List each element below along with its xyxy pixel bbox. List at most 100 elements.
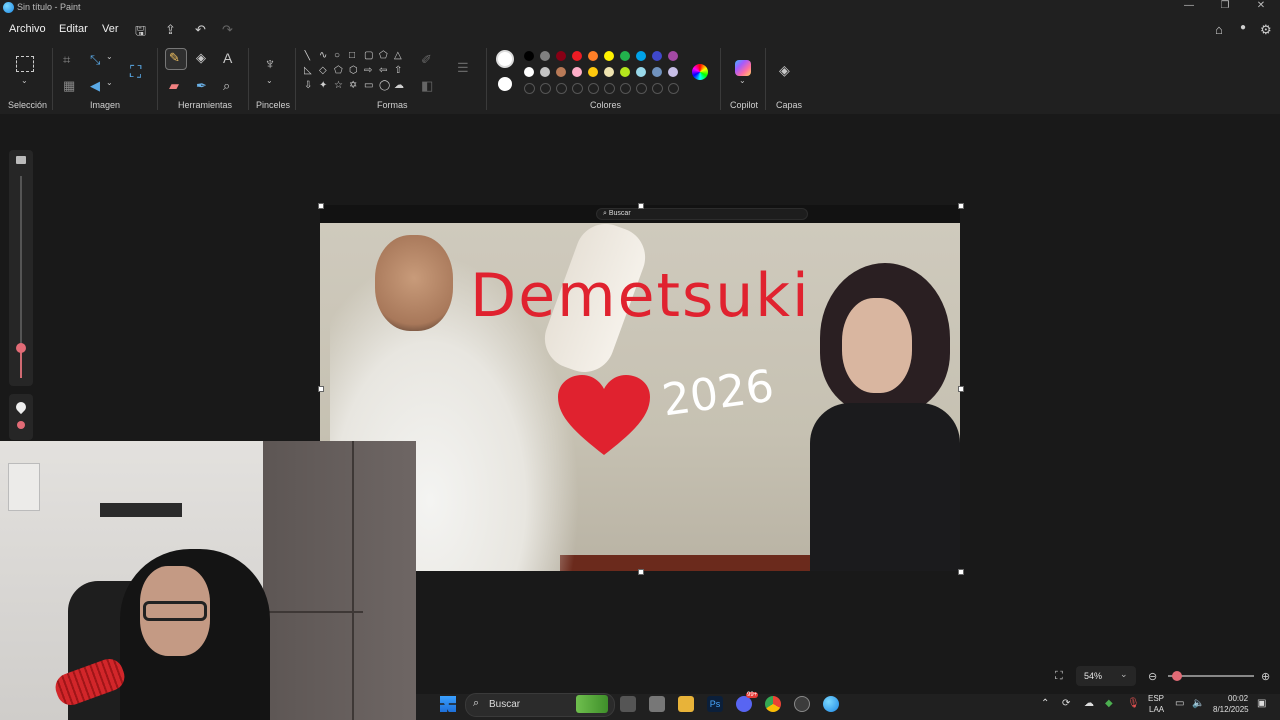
arrow-up-shape-icon[interactable]: ⇧ [394, 65, 402, 76]
palette-swatch[interactable] [540, 51, 550, 61]
language-indicator-top[interactable]: ESP [1148, 694, 1164, 703]
color-picker-icon[interactable]: ✒ [196, 78, 207, 94]
photoshop-icon[interactable]: Ps [707, 696, 723, 712]
secondary-color-swatch[interactable] [498, 77, 512, 91]
palette-swatch[interactable] [524, 51, 534, 61]
chevron-down-icon[interactable]: ⌄ [106, 78, 113, 87]
remove-background-icon[interactable]: ▦ [63, 78, 75, 94]
custom-color-slot[interactable] [588, 83, 599, 94]
menu-editar[interactable]: Editar [59, 23, 88, 35]
resize-handle[interactable] [318, 386, 324, 392]
notification-icon[interactable]: ▣ [1257, 698, 1266, 709]
resize-handle[interactable] [638, 569, 644, 575]
printer-icon[interactable] [649, 696, 665, 712]
custom-color-slot[interactable] [540, 83, 551, 94]
diamond-shape-icon[interactable]: ◇ [319, 65, 327, 76]
settings-icon[interactable]: ⚙ [1260, 22, 1272, 38]
palette-swatch[interactable] [636, 51, 646, 61]
image-creator-icon[interactable]: ⛶ [130, 64, 141, 82]
arrow-left-shape-icon[interactable]: ⇦ [379, 65, 387, 76]
defender-icon[interactable]: ◆ [1105, 698, 1113, 709]
oval-shape-icon[interactable]: ○ [334, 50, 340, 61]
clock-time[interactable]: 00:02 [1228, 694, 1248, 703]
copilot-icon[interactable] [735, 60, 751, 76]
palette-swatch[interactable] [572, 51, 582, 61]
save-icon[interactable]: 🖫 [135, 22, 146, 44]
custom-color-slot[interactable] [572, 83, 583, 94]
resize-icon[interactable]: ⤡ [90, 52, 100, 68]
layers-icon[interactable]: ◈ [779, 62, 790, 79]
chevron-down-icon[interactable]: ⌄ [21, 76, 28, 85]
minimize-icon[interactable]: — [1182, 0, 1196, 11]
cloud-icon[interactable]: ☁ [1084, 698, 1094, 709]
primary-color-swatch[interactable] [496, 50, 514, 68]
triangle-shape-icon[interactable]: △ [394, 50, 402, 61]
feedback-icon[interactable]: ⌂ [1215, 22, 1223, 37]
chevron-down-icon[interactable]: ⌄ [266, 76, 273, 85]
edit-colors-icon[interactable] [692, 64, 708, 80]
crop-icon[interactable]: ⌗ [63, 52, 70, 68]
chevron-up-icon[interactable]: ⌃ [1041, 698, 1049, 709]
account-icon[interactable]: ● [1240, 22, 1246, 33]
right-triangle-shape-icon[interactable]: ◺ [304, 65, 312, 76]
palette-swatch[interactable] [524, 67, 534, 77]
file-manager-icon[interactable] [620, 696, 636, 712]
outline-icon[interactable]: ✐ [421, 52, 432, 68]
resize-handle[interactable] [318, 203, 324, 209]
chevron-down-icon[interactable]: ⌄ [106, 52, 113, 61]
steam-icon[interactable] [794, 696, 810, 712]
folder-icon[interactable] [678, 696, 694, 712]
text-icon[interactable]: A [223, 50, 232, 66]
restore-icon[interactable]: ❐ [1218, 0, 1232, 11]
palette-swatch[interactable] [620, 51, 630, 61]
rotate-icon[interactable]: ◀ [90, 78, 100, 94]
discord-icon[interactable] [736, 696, 752, 712]
palette-swatch[interactable] [588, 51, 598, 61]
close-icon[interactable]: ✕ [1254, 0, 1268, 11]
palette-swatch[interactable] [572, 67, 582, 77]
brush-size-thumb[interactable] [16, 343, 26, 353]
palette-swatch[interactable] [604, 51, 614, 61]
resize-handle[interactable] [958, 203, 964, 209]
sync-icon[interactable]: ⟳ [1062, 698, 1070, 709]
custom-color-slot[interactable] [636, 83, 647, 94]
pencil-icon[interactable]: ✎ [169, 50, 180, 66]
callout-rect-shape-icon[interactable]: ▭ [364, 80, 373, 91]
size-icon[interactable]: ☰ [457, 60, 469, 76]
undo-icon[interactable]: ↶ [195, 22, 206, 38]
resize-handle[interactable] [958, 569, 964, 575]
callout-oval-shape-icon[interactable]: ◯ [379, 80, 390, 91]
shape-fill-icon[interactable]: ◧ [421, 78, 433, 94]
palette-swatch[interactable] [652, 51, 662, 61]
custom-color-slot[interactable] [604, 83, 615, 94]
arrow-right-shape-icon[interactable]: ⇨ [364, 65, 372, 76]
zoom-out-icon[interactable]: ⊖ [1148, 670, 1157, 683]
palette-swatch[interactable] [652, 67, 662, 77]
select-rectangle-icon[interactable] [16, 56, 34, 72]
eraser-icon[interactable]: ▰ [169, 78, 179, 94]
palette-swatch[interactable] [620, 67, 630, 77]
magnifier-icon[interactable]: ⌕ [223, 78, 230, 94]
fill-icon[interactable]: ◈ [196, 50, 206, 66]
custom-color-slot[interactable] [556, 83, 567, 94]
custom-color-slot[interactable] [524, 83, 535, 94]
menu-ver[interactable]: Ver [102, 23, 119, 35]
custom-color-slot[interactable] [668, 83, 679, 94]
star6-shape-icon[interactable]: ✡ [349, 80, 357, 91]
pentagon-shape-icon[interactable]: ⬠ [334, 65, 343, 76]
callout-cloud-shape-icon[interactable]: ☁ [394, 80, 404, 91]
paint-icon[interactable] [823, 696, 839, 712]
polygon-shape-icon[interactable]: ⬠ [379, 50, 388, 61]
chrome-icon[interactable] [765, 696, 781, 712]
share-icon[interactable]: ⇪ [165, 22, 176, 38]
star4-shape-icon[interactable]: ✦ [319, 80, 327, 91]
network-icon[interactable]: ▭ [1175, 698, 1184, 709]
redo-icon[interactable]: ↷ [222, 22, 233, 38]
volume-icon[interactable]: 🔈 [1192, 698, 1204, 709]
hexagon-shape-icon[interactable]: ⬡ [349, 65, 358, 76]
microphone-icon[interactable]: 🎙 [1127, 698, 1140, 709]
custom-color-slot[interactable] [652, 83, 663, 94]
palette-swatch[interactable] [668, 67, 678, 77]
resize-handle[interactable] [958, 386, 964, 392]
palette-swatch[interactable] [540, 67, 550, 77]
